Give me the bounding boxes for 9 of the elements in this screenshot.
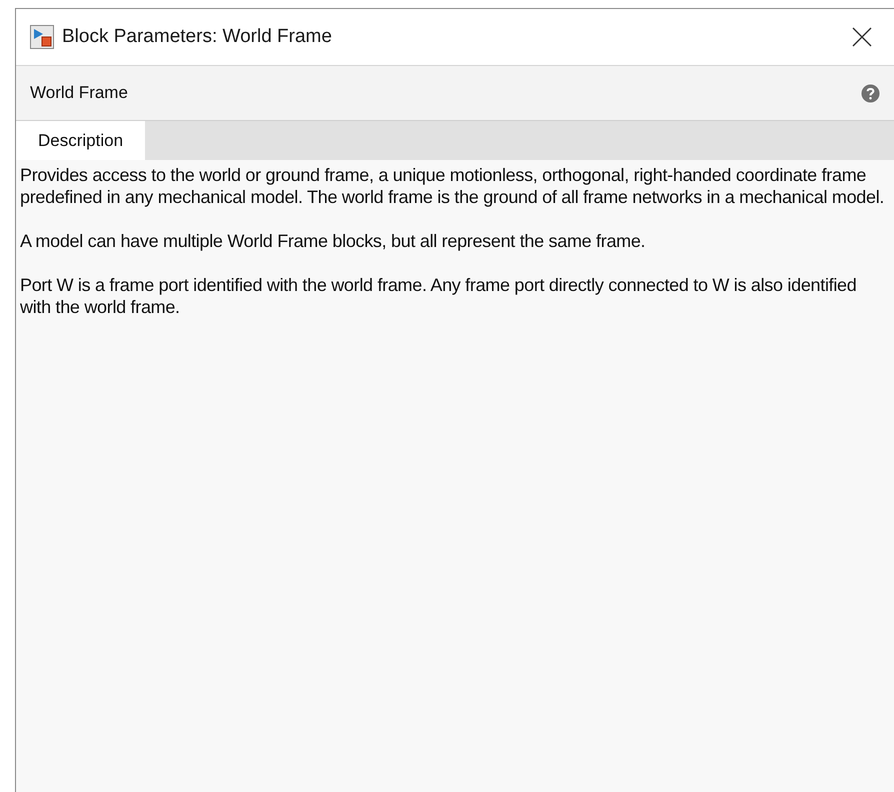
block-icon [30,25,54,49]
description-paragraph: Port W is a frame port identified with the world frame. Any frame port directly connected to W is also identified with the world frame. [20,274,858,318]
window-title: Block Parameters: World Frame [62,24,332,49]
help-icon[interactable] [861,84,880,102]
description-paragraph: Provides access to the world or ground frame, a unique motionless, orthogonal, right-handed coordinate frame predefined in any mechanical model. The world frame is the ground of all frame networks in a mechanical model. [20,164,886,208]
description-paragraph: A model can have multiple World Frame blocks, but all represent the same frame. [20,230,646,252]
close-icon [852,27,872,47]
tab[interactable]: Description [16,121,146,160]
block-name: World Frame [30,82,128,104]
